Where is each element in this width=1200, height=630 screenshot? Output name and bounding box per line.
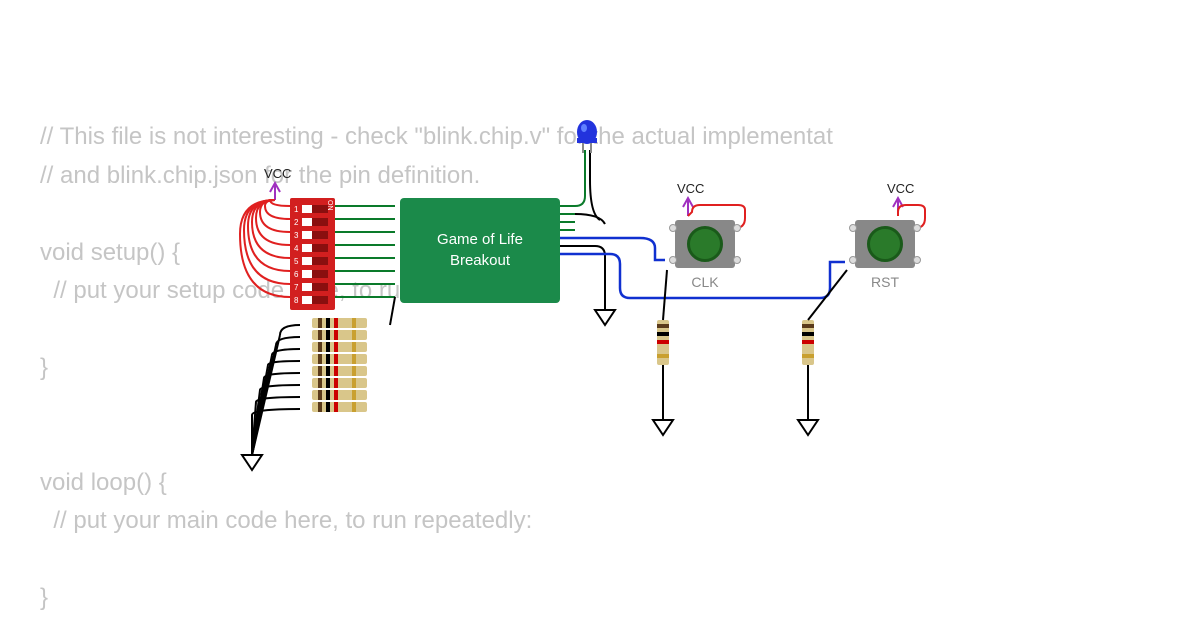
button-cap-icon [687,226,723,262]
clk-button-assembly: CLK [665,220,745,280]
clk-button[interactable] [675,220,735,268]
rst-button[interactable] [855,220,915,268]
resistor-wires [0,0,1200,630]
circuit-canvas[interactable]: VCC VCC VCC Game of Life Breakout ON 123… [0,0,1200,630]
rst-button-assembly: RST [845,220,925,280]
clk-label: CLK [665,274,745,290]
rst-label: RST [845,274,925,290]
button-cap-icon [867,226,903,262]
